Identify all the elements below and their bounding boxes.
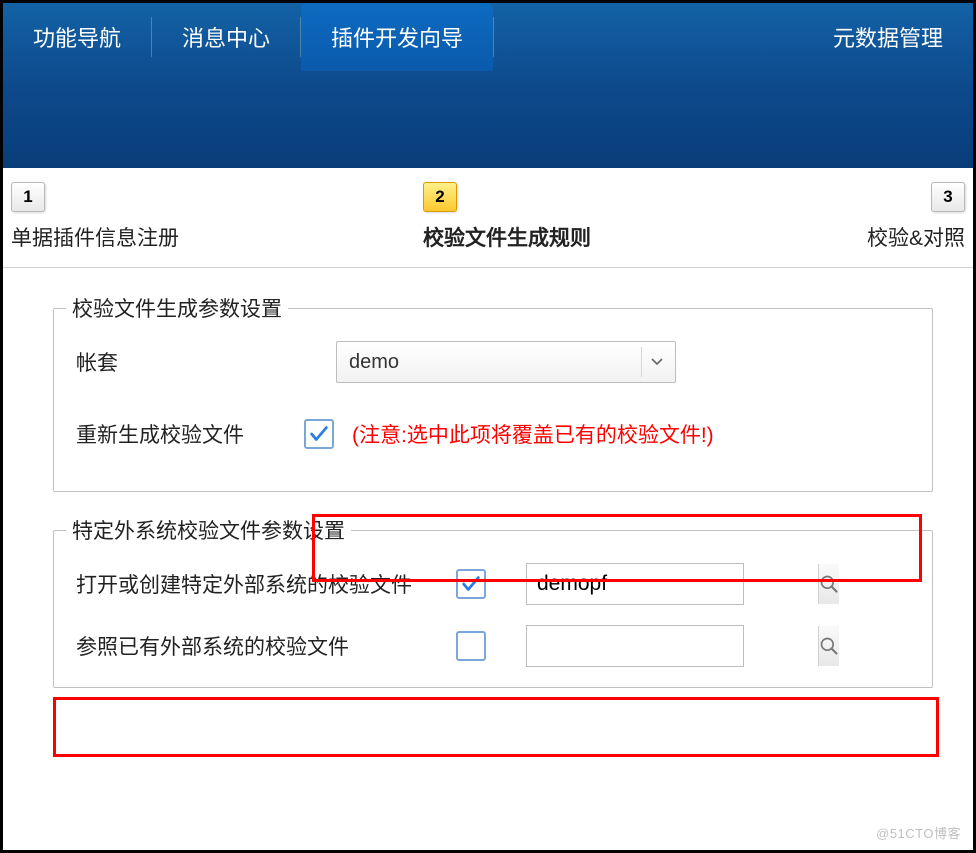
account-select-value: demo xyxy=(349,351,641,374)
wizard-step-2[interactable]: 2 校验文件生成规则 xyxy=(423,182,591,252)
wizard-step-1[interactable]: 1 单据插件信息注册 xyxy=(11,182,179,252)
wizard-content: 校验文件生成参数设置 帐套 demo 重新生成校验文件 (注意:选中此项将覆盖已… xyxy=(3,268,973,746)
fieldset-generation-params: 校验文件生成参数设置 帐套 demo 重新生成校验文件 (注意:选中此项将覆盖已… xyxy=(53,308,933,492)
watermark-text: @51CTO博客 xyxy=(876,823,961,842)
row-account: 帐套 demo xyxy=(76,339,910,385)
account-select[interactable]: demo xyxy=(336,341,676,383)
reference-file-search-input[interactable] xyxy=(526,625,744,667)
row-open-create-external: 打开或创建特定外部系统的校验文件 xyxy=(76,561,910,607)
tab-function-nav[interactable]: 功能导航 xyxy=(3,3,151,71)
reference-checkbox[interactable] xyxy=(456,631,486,661)
top-nav-bar: 功能导航 消息中心 插件开发向导 元数据管理 xyxy=(3,3,973,168)
step-label: 单据插件信息注册 xyxy=(11,222,179,252)
fieldset-legend: 校验文件生成参数设置 xyxy=(66,293,288,323)
search-icon xyxy=(819,636,839,656)
open-create-label: 打开或创建特定外部系统的校验文件 xyxy=(76,569,456,599)
wizard-step-3[interactable]: 3 校验&对照 xyxy=(867,182,965,252)
wizard-steps-bar: 1 单据插件信息注册 2 校验文件生成规则 3 校验&对照 xyxy=(3,168,973,268)
fieldset-external-system-params: 特定外系统校验文件参数设置 打开或创建特定外部系统的校验文件 参照已有外部系统的… xyxy=(53,530,933,688)
regenerate-warning-text: (注意:选中此项将覆盖已有的校验文件!) xyxy=(352,419,714,449)
search-button[interactable] xyxy=(818,564,839,604)
row-reference-external: 参照已有外部系统的校验文件 xyxy=(76,623,910,669)
row-regenerate: 重新生成校验文件 (注意:选中此项将覆盖已有的校验文件!) xyxy=(76,411,910,457)
step-label: 校验&对照 xyxy=(867,222,965,252)
regenerate-label: 重新生成校验文件 xyxy=(76,419,276,449)
step-label: 校验文件生成规则 xyxy=(423,222,591,252)
step-badge: 3 xyxy=(931,182,965,212)
step-badge: 2 xyxy=(423,182,457,212)
search-icon xyxy=(819,574,839,594)
account-label: 帐套 xyxy=(76,347,276,377)
search-button[interactable] xyxy=(818,626,839,666)
fieldset-legend: 特定外系统校验文件参数设置 xyxy=(66,515,351,545)
external-file-search-input[interactable] xyxy=(526,563,744,605)
reference-file-input[interactable] xyxy=(527,626,818,666)
tab-plugin-wizard[interactable]: 插件开发向导 xyxy=(301,3,493,71)
reference-label: 参照已有外部系统的校验文件 xyxy=(76,631,456,661)
tab-message-center[interactable]: 消息中心 xyxy=(152,3,300,71)
external-file-input[interactable] xyxy=(527,564,818,604)
open-create-checkbox[interactable] xyxy=(456,569,486,599)
tab-metadata-mgmt[interactable]: 元数据管理 xyxy=(803,3,973,71)
step-badge: 1 xyxy=(11,182,45,212)
regenerate-checkbox[interactable] xyxy=(304,419,334,449)
tab-divider xyxy=(493,17,494,57)
chevron-down-icon xyxy=(641,347,671,377)
